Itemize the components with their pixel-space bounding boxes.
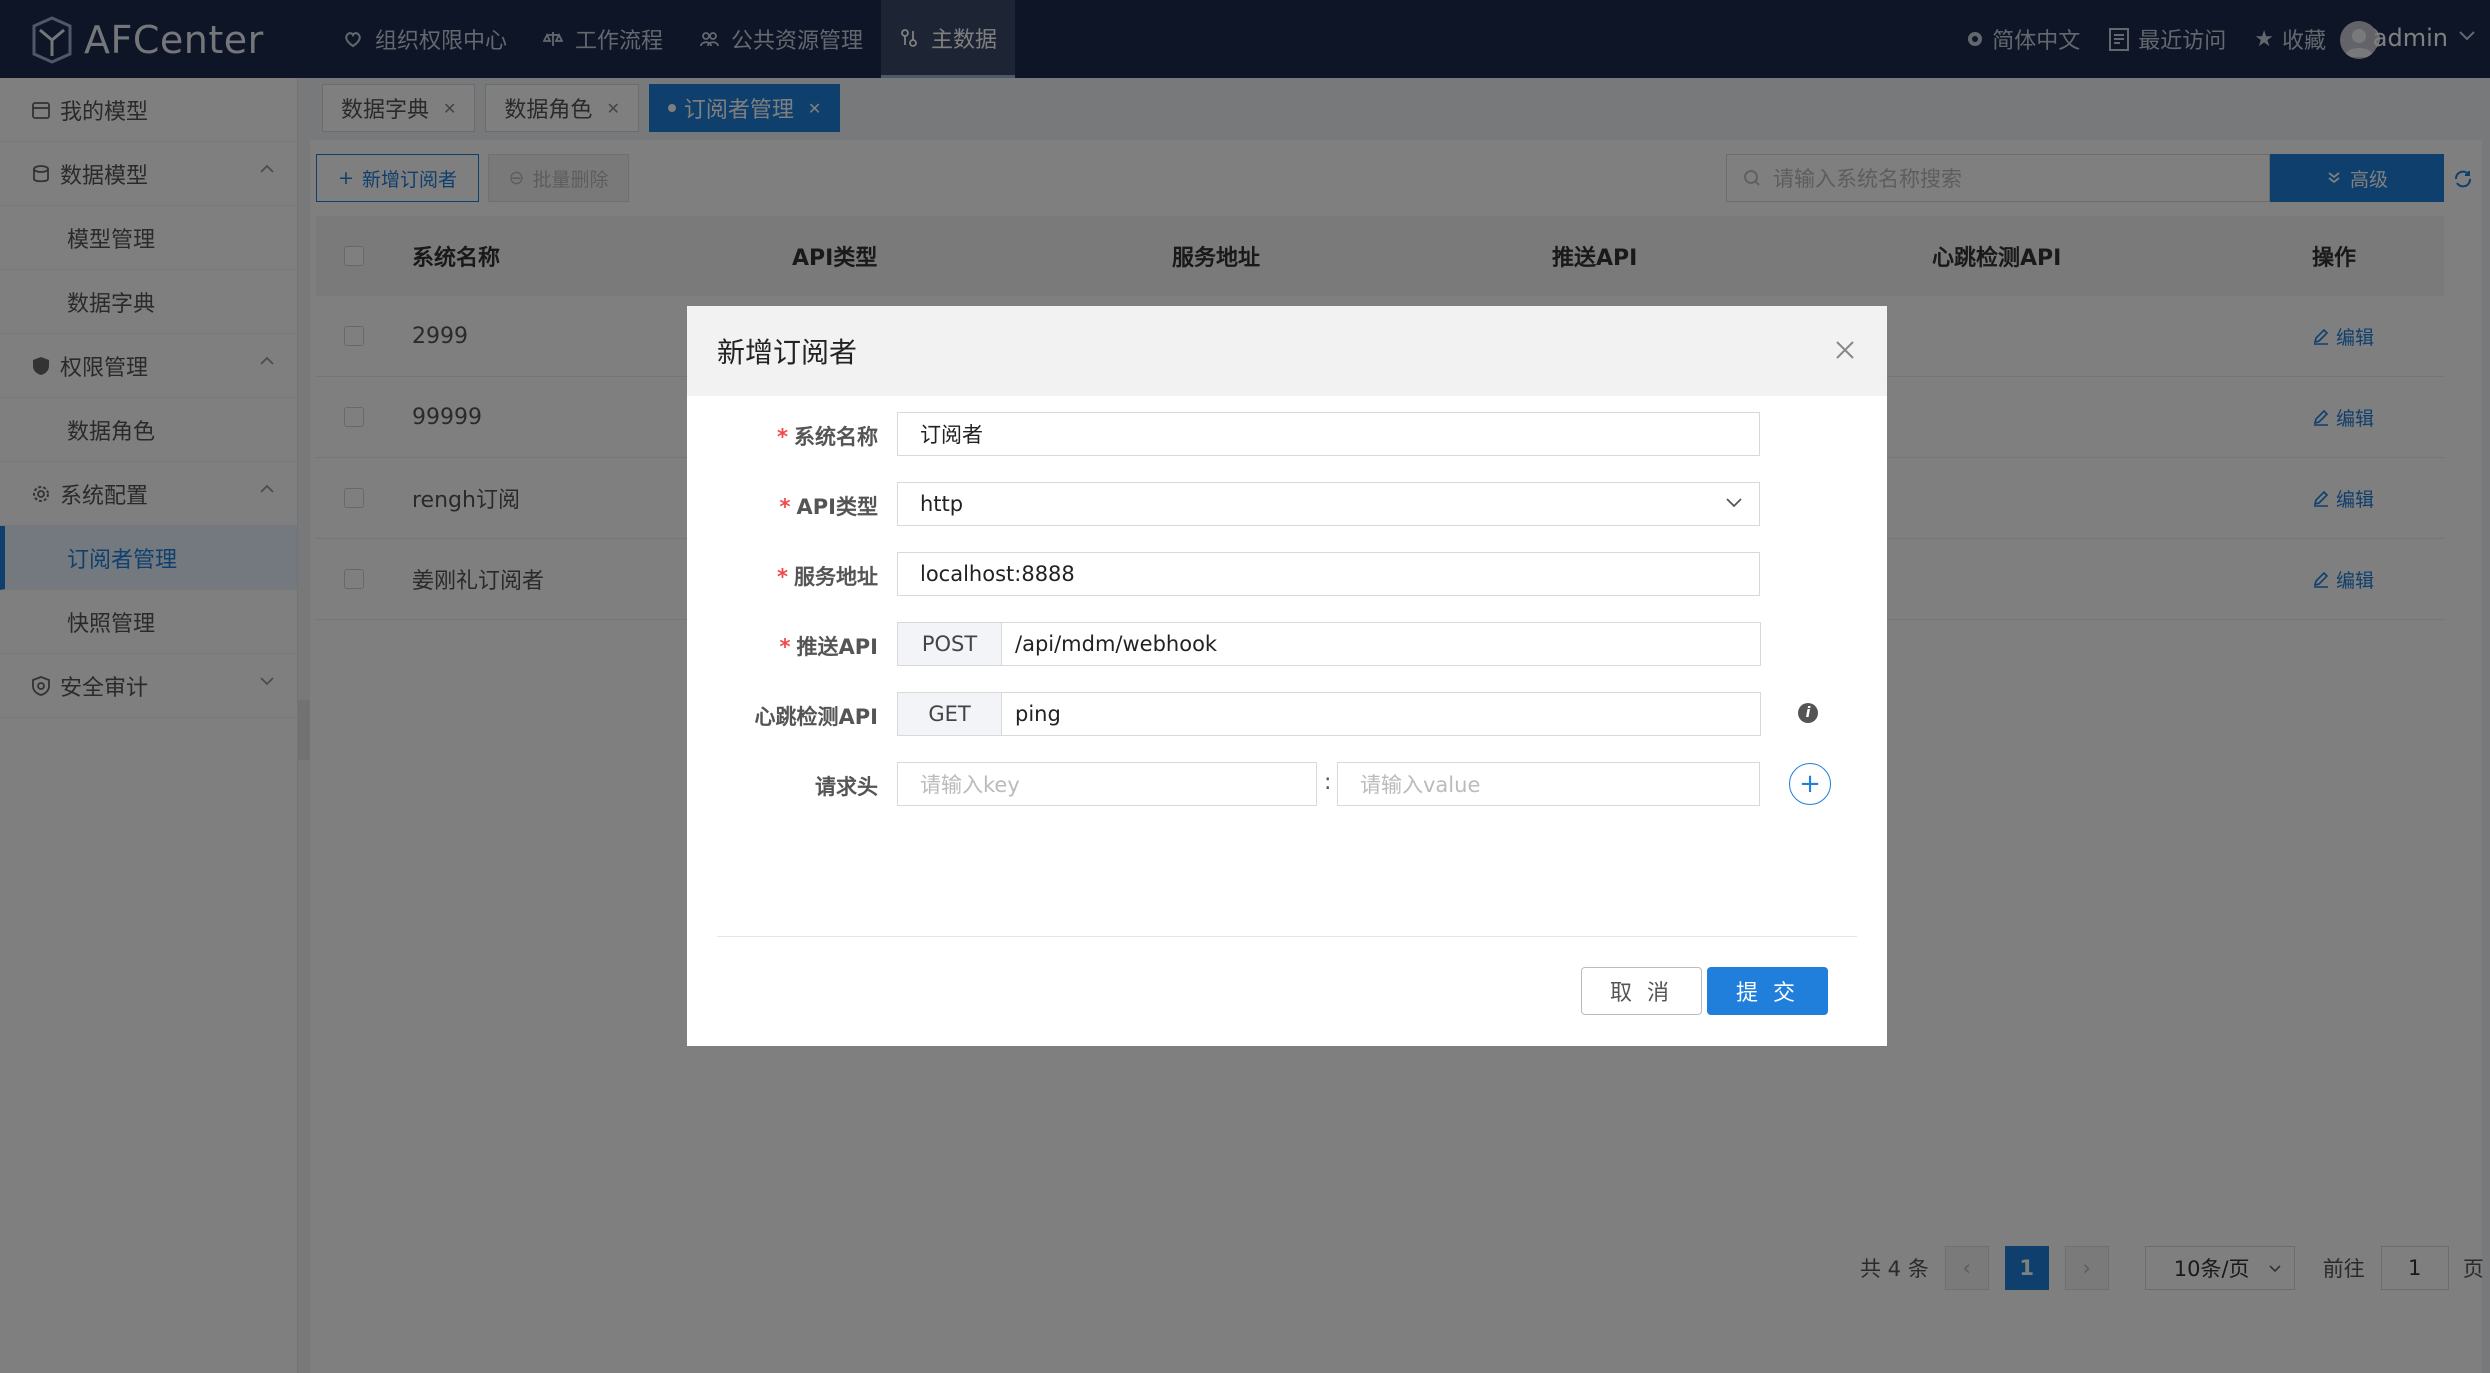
field-request-headers: 请求头 请输入key : 请输入value + — [687, 762, 1887, 806]
close-icon[interactable] — [1833, 338, 1857, 362]
header-key-input[interactable]: 请输入key — [897, 762, 1317, 806]
kv-separator: : — [1324, 770, 1332, 795]
field-system-name: * 系统名称 订阅者 — [687, 412, 1887, 456]
field-push-api: * 推送API POST /api/mdm/webhook — [687, 622, 1887, 666]
field-service-address: * 服务地址 localhost:8888 — [687, 552, 1887, 596]
api-type-select[interactable]: http — [897, 482, 1760, 526]
system-name-input[interactable]: 订阅者 — [897, 412, 1760, 456]
header-value-input[interactable]: 请输入value — [1337, 762, 1760, 806]
heartbeat-method-select[interactable]: GET — [897, 692, 1002, 736]
info-icon[interactable]: i — [1798, 703, 1818, 723]
plus-icon: + — [1799, 769, 1821, 799]
heartbeat-api-input[interactable]: ping — [1001, 692, 1761, 736]
push-method-select[interactable]: POST — [897, 622, 1002, 666]
push-api-input[interactable]: /api/mdm/webhook — [1001, 622, 1761, 666]
cancel-button[interactable]: 取 消 — [1581, 967, 1702, 1015]
dialog-divider — [717, 936, 1857, 937]
add-header-button[interactable]: + — [1789, 763, 1831, 805]
field-heartbeat-api: 心跳检测API GET ping i — [687, 692, 1887, 736]
field-api-type: * API类型 http — [687, 482, 1887, 526]
dialog-title: 新增订阅者 — [717, 336, 858, 369]
chevron-down-icon — [1726, 498, 1742, 508]
submit-button[interactable]: 提 交 — [1707, 967, 1828, 1015]
service-address-input[interactable]: localhost:8888 — [897, 552, 1760, 596]
dialog-header: 新增订阅者 — [687, 306, 1887, 396]
add-subscriber-dialog: 新增订阅者 * 系统名称 订阅者 * API类型 http * 服务地址 localh… — [687, 306, 1887, 1046]
